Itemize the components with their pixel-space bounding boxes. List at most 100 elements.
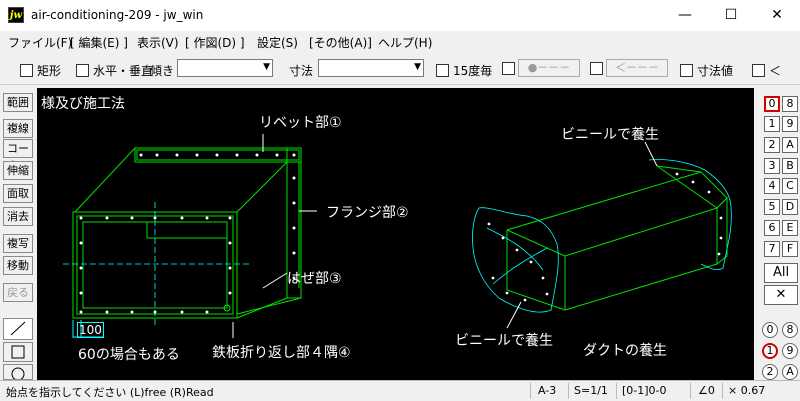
- layer-4-button[interactable]: 4: [764, 178, 780, 194]
- arrow-button[interactable]: ＜－－－: [606, 59, 668, 77]
- status-divider: [530, 383, 531, 399]
- tool-rect-button[interactable]: [3, 342, 33, 362]
- maximize-button[interactable]: ☐: [708, 0, 754, 31]
- group-a-button[interactable]: A: [782, 364, 798, 380]
- tool-line-button[interactable]: [3, 318, 33, 340]
- arrow-check-box[interactable]: [590, 62, 603, 75]
- layer-b-button[interactable]: B: [782, 158, 798, 174]
- menu-help[interactable]: ヘルプ(H): [378, 34, 432, 51]
- layer-2-button[interactable]: 2: [764, 137, 780, 153]
- layer-a-button[interactable]: A: [782, 137, 798, 153]
- tool-circle-button[interactable]: [3, 364, 33, 381]
- layer-e-button[interactable]: E: [782, 220, 798, 236]
- tool-copy-button[interactable]: 複写: [3, 234, 33, 253]
- flanged-duct-drawing: [72, 147, 302, 319]
- dimval-label: 寸法値: [697, 64, 734, 78]
- deg15-check-box[interactable]: [436, 64, 449, 77]
- tool-stretch-button[interactable]: 伸縮: [3, 161, 33, 180]
- status-paper-size[interactable]: A-3: [538, 384, 556, 397]
- tool-corner-button[interactable]: コーナー: [3, 139, 33, 172]
- vinyl-bottom-label: ビニールで養生: [455, 333, 553, 349]
- group-0-button[interactable]: 0: [762, 322, 778, 338]
- leader-lines: [232, 134, 317, 338]
- tool-move-button[interactable]: 移動: [3, 256, 33, 275]
- layer-c-button[interactable]: C: [782, 178, 798, 194]
- layer-6-button[interactable]: 6: [764, 220, 780, 236]
- lt-label: ＜: [769, 64, 782, 78]
- menu-edit[interactable]: [ 編集(E) ]: [70, 34, 128, 51]
- tool-offset-button[interactable]: 複線: [3, 119, 33, 138]
- group-2-button[interactable]: 2: [762, 364, 778, 380]
- window-title: air-conditioning-209 - jw_win: [31, 8, 204, 22]
- line-style-check-box[interactable]: [502, 62, 515, 75]
- deg15-checkbox[interactable]: 15度毎: [436, 62, 492, 79]
- group-9-button[interactable]: 9: [782, 343, 798, 359]
- layer-1-button[interactable]: 1: [764, 116, 780, 132]
- group-1-button[interactable]: 1: [762, 343, 778, 359]
- seam-label: はぜ部③: [287, 271, 342, 287]
- status-angle[interactable]: ∠0: [698, 384, 715, 397]
- layer-3-button[interactable]: 3: [764, 158, 780, 174]
- lt-checkbox[interactable]: ＜: [752, 62, 781, 79]
- hv-check-box[interactable]: [76, 64, 89, 77]
- layer-5-button[interactable]: 5: [764, 199, 780, 215]
- canvas-heading: 様及び施工法: [41, 96, 125, 112]
- status-scale[interactable]: S=1/1: [574, 384, 608, 397]
- line-tool-icon: [10, 321, 26, 336]
- group-8-button[interactable]: 8: [782, 322, 798, 338]
- line-style-checkbox[interactable]: [502, 62, 519, 76]
- layer-panel: 0 1 2 3 4 5 6 7 8 9 A B C D E F All ✕ 0 …: [756, 88, 800, 380]
- tool-undo-button[interactable]: 戻る: [3, 283, 33, 302]
- rivet-label: リベット部①: [259, 115, 342, 131]
- layer-9-button[interactable]: 9: [782, 116, 798, 132]
- status-divider: [722, 383, 723, 399]
- menu-draw[interactable]: [ 作図(D) ]: [185, 34, 245, 51]
- layer-f-button[interactable]: F: [782, 241, 798, 257]
- chevron-down-icon[interactable]: ▼: [263, 62, 270, 72]
- tilt-label: 傾き: [150, 64, 175, 78]
- tool-chamfer-button[interactable]: 面取: [3, 184, 33, 203]
- rivet-marks: [79, 153, 296, 314]
- deg15-label: 15度毎: [453, 64, 493, 78]
- rect-check-box[interactable]: [20, 64, 33, 77]
- layer-7-button[interactable]: 7: [764, 241, 780, 257]
- arrow-checkbox[interactable]: [590, 62, 607, 76]
- hv-checkbox[interactable]: 水平・垂直: [76, 62, 153, 79]
- status-layer[interactable]: [0-1]0-0: [622, 384, 667, 397]
- layer-all-button[interactable]: All: [764, 263, 798, 283]
- menu-bar: ファイル(F) [ 編集(E) ] 表示(V) [ 作図(D) ] 設定(S) …: [0, 31, 800, 53]
- close-button[interactable]: ✕: [754, 0, 800, 31]
- app-icon: jw: [8, 7, 24, 23]
- tilt-combo[interactable]: ▼: [177, 59, 273, 77]
- menu-file[interactable]: ファイル(F): [8, 34, 72, 51]
- layer-0-button[interactable]: 0: [764, 96, 780, 112]
- lt-check-box[interactable]: [752, 64, 765, 77]
- toolbar: 矩形 水平・垂直 傾き ▼ 寸法 ▼ 15度毎 ●－－－ ＜－－－ 寸法値 ＜: [0, 54, 800, 85]
- dimension-value: 100: [77, 322, 104, 338]
- minimize-button[interactable]: —: [662, 0, 708, 31]
- line-style-button[interactable]: ●－－－: [518, 59, 580, 77]
- chevron-down-icon[interactable]: ▼: [414, 62, 421, 72]
- menu-settings[interactable]: 設定(S): [257, 34, 298, 51]
- layer-8-button[interactable]: 8: [782, 96, 798, 112]
- status-zoom[interactable]: × 0.67: [728, 384, 765, 397]
- rect-tool-icon: [11, 345, 25, 359]
- rect-checkbox[interactable]: 矩形: [20, 62, 61, 79]
- duct-curing-label: ダクトの養生: [583, 343, 667, 359]
- hv-label: 水平・垂直: [93, 64, 154, 78]
- tool-range-button[interactable]: 範囲: [3, 93, 33, 112]
- layer-d-button[interactable]: D: [782, 199, 798, 215]
- dim-label: 寸法: [289, 64, 314, 78]
- layer-clear-button[interactable]: ✕: [764, 285, 798, 305]
- tool-erase-button[interactable]: 消去: [3, 207, 33, 226]
- drawing-canvas[interactable]: 様及び施工法 リベット部① フランジ部② はぜ部③ 鉄板折り返し部４隅④ 100…: [37, 88, 754, 380]
- status-bar: 始点を指示してください (L)free (R)Read A-3 S=1/1 [0…: [0, 380, 800, 401]
- note-label: 60の場合もある: [78, 347, 180, 363]
- vinyl-top-label: ビニールで養生: [561, 127, 659, 143]
- menu-view[interactable]: 表示(V): [137, 34, 179, 51]
- menu-other[interactable]: [その他(A)]: [309, 34, 372, 51]
- dimval-check-box[interactable]: [680, 64, 693, 77]
- dimval-checkbox[interactable]: 寸法値: [680, 62, 733, 79]
- dim-combo[interactable]: ▼: [318, 59, 424, 77]
- vinyl-cured-duct-drawing: [506, 165, 728, 311]
